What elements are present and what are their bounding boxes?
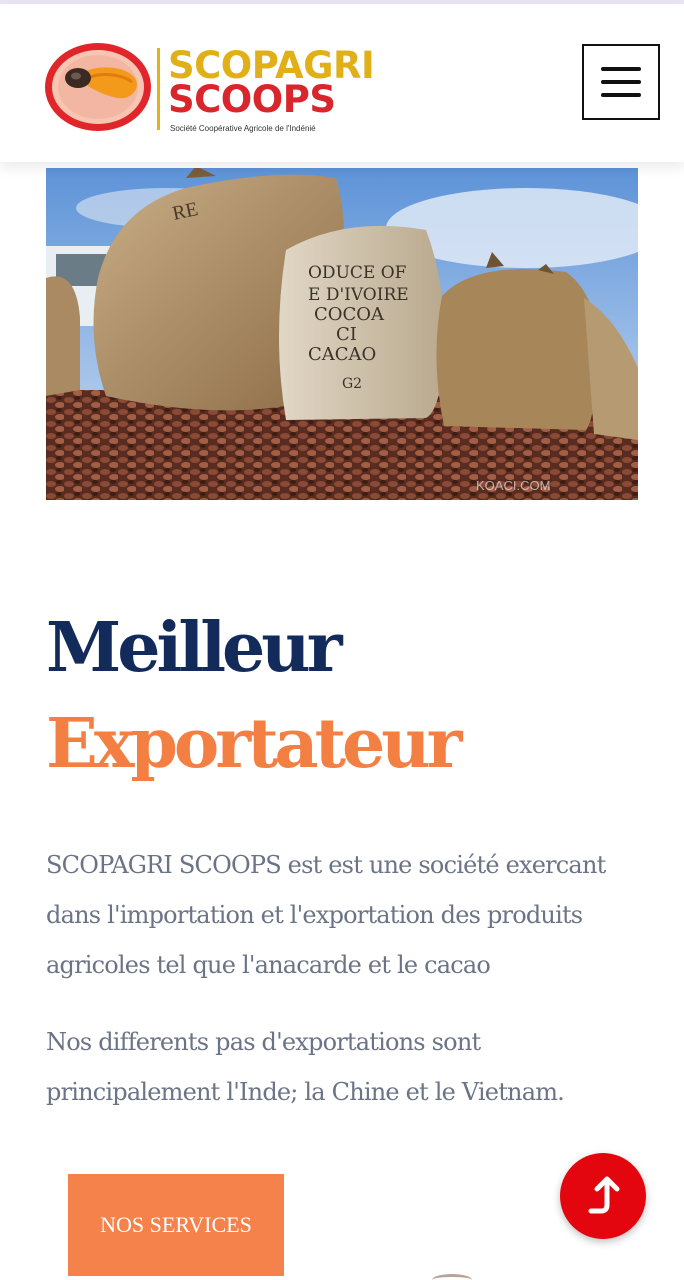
scroll-to-top-button[interactable] — [560, 1153, 646, 1239]
intro-paragraph: SCOPAGRI SCOOPS est est une société exer… — [46, 851, 606, 979]
hamburger-icon-line — [601, 80, 641, 84]
export-destinations-paragraph: Nos differents pas d'exportations sont p… — [46, 1028, 565, 1106]
title-line-meilleur: Meilleur — [46, 608, 343, 688]
logo-divider — [157, 48, 160, 130]
arrow-up-icon — [588, 1176, 620, 1214]
cashew-logo-icon — [45, 43, 151, 131]
hero-image-cocoa-bags: RE ODUCE OF E D'IVOIRE COCOA CI CACAO G2… — [46, 168, 638, 500]
bag-text: G2 — [342, 376, 362, 392]
bag-text: COCOA — [314, 304, 385, 325]
hamburger-icon-line — [601, 93, 641, 97]
logo-tagline: Société Coopérative Agricole de l'Indéni… — [170, 124, 316, 133]
scopagri-logo[interactable]: SCOPAGRI SCOOPS Société Coopérative Agri… — [44, 40, 384, 140]
hamburger-icon — [601, 67, 641, 71]
watermark-text: KOACI.COM — [476, 478, 550, 493]
logo-word-scoops: SCOOPS — [168, 78, 336, 121]
next-section-peek — [432, 1274, 472, 1280]
bag-text: CI — [336, 324, 357, 345]
bag-text: E D'IVOIRE — [308, 285, 409, 305]
title-line-exportateur: Exportateur — [46, 704, 463, 784]
site-header: SCOPAGRI SCOOPS Société Coopérative Agri… — [0, 4, 684, 162]
bag-text: ODUCE OF — [308, 263, 407, 283]
bag-text: CACAO — [308, 344, 376, 365]
page-title: Meilleur Exportateur — [46, 600, 463, 792]
menu-button[interactable] — [582, 44, 660, 120]
services-button[interactable]: NOS SERVICES — [68, 1174, 284, 1276]
cocoa-bags-illustration: RE ODUCE OF E D'IVOIRE COCOA CI CACAO G2… — [46, 168, 638, 500]
